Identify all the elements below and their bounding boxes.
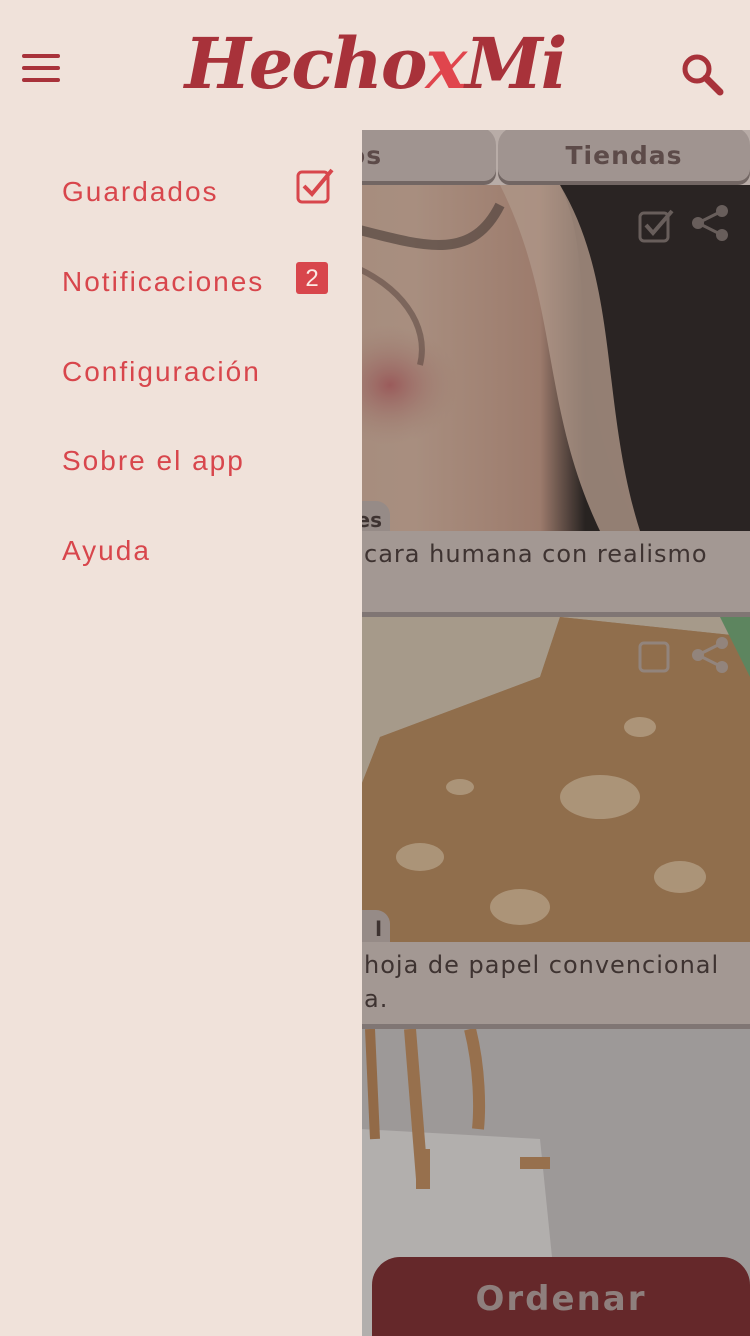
drawer-item-label: Ayuda [62,535,151,566]
search-icon[interactable] [680,52,724,96]
drawer-item-label: Sobre el app [62,445,245,476]
drawer-item-label: Configuración [62,356,261,387]
drawer-item-configuracion[interactable]: Configuración [62,348,342,398]
drawer-item-label: Guardados [62,176,219,207]
drawer-item-notificaciones[interactable]: Notificaciones 2 [62,258,342,308]
app-header: HechoxMi [0,0,750,130]
drawer-item-guardados[interactable]: Guardados [62,168,342,218]
checkbox-checked-icon [296,168,336,208]
drawer-item-sobre-el-app[interactable]: Sobre el app [62,437,342,487]
drawer-item-label: Notificaciones [62,266,265,297]
notification-badge: 2 [296,262,328,294]
side-drawer: Guardados Notificaciones 2 Configuración… [0,130,362,1336]
app-logo: HechoxMi [184,22,568,105]
drawer-item-ayuda[interactable]: Ayuda [62,527,342,577]
